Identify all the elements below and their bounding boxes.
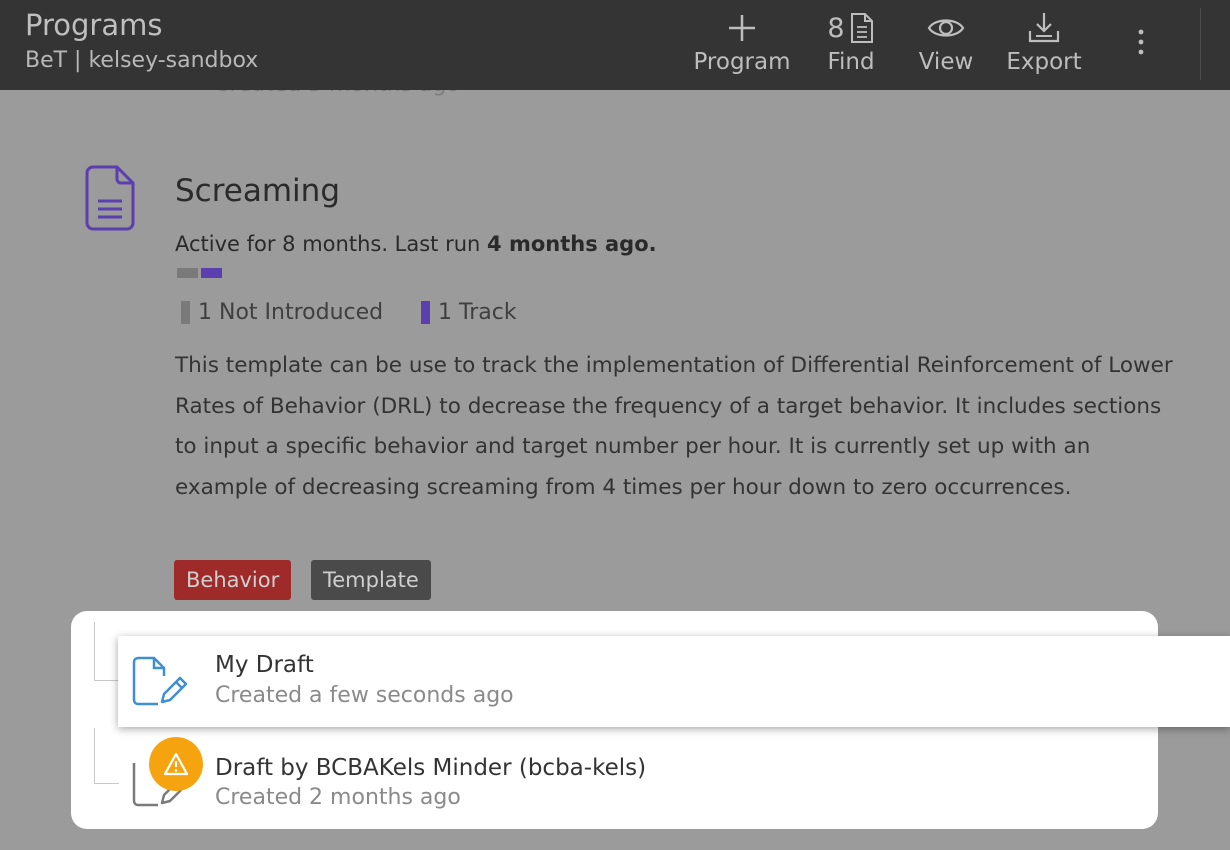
program-document-icon	[84, 165, 136, 235]
tag-template[interactable]: Template	[311, 560, 431, 600]
draft-created: Created a few seconds ago	[215, 683, 514, 708]
view-label: View	[918, 49, 974, 75]
header-divider	[1200, 8, 1201, 80]
download-tray-icon	[1028, 13, 1060, 43]
document-icon	[850, 13, 873, 43]
add-program-button[interactable]: Program	[692, 8, 792, 82]
program-title[interactable]: Screaming	[175, 173, 340, 209]
add-program-label: Program	[693, 49, 791, 75]
warning-badge	[149, 737, 203, 791]
more-vertical-icon	[1138, 29, 1144, 55]
edit-document-icon	[132, 656, 188, 714]
progress-segment-not-introduced	[177, 268, 198, 278]
top-bar: Programs BeT | kelsey-sandbox Program 8 …	[0, 0, 1230, 90]
progress-segment-track	[201, 268, 222, 278]
tree-connector	[94, 728, 119, 784]
tree-connector	[94, 622, 119, 681]
program-status-text: Active for 8 months. Last run	[175, 232, 488, 256]
export-label: Export	[1006, 49, 1082, 75]
draft-created: Created 2 months ago	[215, 785, 461, 810]
legend-track: 1 Track	[421, 300, 517, 325]
find-count: 8	[827, 12, 845, 44]
draft-title: Draft by BCBAKels Minder (bcba-kels)	[215, 755, 647, 781]
legend-not-introduced: 1 Not Introduced	[181, 300, 383, 325]
warning-icon	[163, 752, 189, 776]
find-button[interactable]: 8 Find	[815, 8, 887, 82]
legend-label-track: 1 Track	[438, 300, 517, 325]
program-description: This template can be use to track the im…	[175, 353, 1173, 500]
tag-behavior[interactable]: Behavior	[174, 560, 292, 600]
view-button[interactable]: View	[912, 8, 980, 82]
export-button[interactable]: Export	[1002, 8, 1086, 82]
legend-swatch-track	[421, 301, 430, 324]
find-label: Find	[827, 49, 875, 75]
page-subtitle: BeT | kelsey-sandbox	[25, 48, 259, 73]
draft-title: My Draft	[215, 652, 314, 678]
eye-icon	[927, 19, 965, 37]
program-status: Active for 8 months. Last run 4 months a…	[175, 232, 657, 256]
plus-icon	[729, 15, 755, 41]
page-title: Programs	[25, 8, 163, 42]
legend-swatch-not-introduced	[181, 301, 190, 324]
program-last-run: 4 months ago.	[487, 232, 657, 256]
legend-label-not-introduced: 1 Not Introduced	[198, 300, 384, 325]
draft-item-my-draft[interactable]: My Draft Created a few seconds ago	[118, 636, 1230, 727]
more-menu-button[interactable]	[1127, 22, 1155, 62]
